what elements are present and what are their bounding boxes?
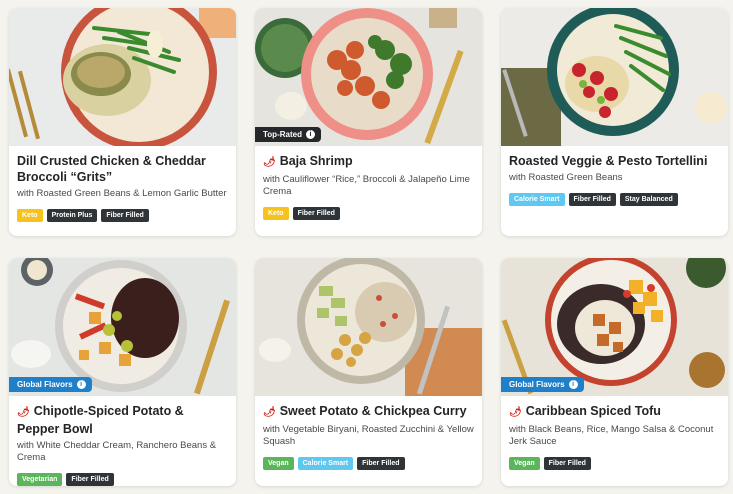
recipe-title[interactable]: 🌶 Baja Shrimp — [263, 153, 474, 171]
recipe-title[interactable]: 🌶 Caribbean Spiced Tofu — [509, 403, 720, 421]
info-icon[interactable]: i — [76, 380, 86, 389]
recipe-card[interactable]: 🌶 Sweet Potato & Chickpea Curry with Vege… — [255, 258, 482, 486]
recipe-title-text: Chipotle-Spiced Potato & Pepper Bowl — [17, 404, 184, 436]
chili-icon: 🌶 — [509, 407, 522, 418]
recipe-card[interactable]: Top-Rated i 🌶 Baja Shrimp with Cauliflowe… — [255, 8, 482, 236]
tag-fiber-filled: Fiber Filled — [101, 209, 149, 222]
recipe-image[interactable]: Global Flavors i — [501, 258, 728, 396]
tag-fiber-filled: Fiber Filled — [66, 473, 114, 486]
recipe-image[interactable] — [9, 8, 236, 146]
recipe-title[interactable]: Dill Crusted Chicken & Cheddar Broccoli … — [17, 153, 228, 185]
recipe-title-text: Caribbean Spiced Tofu — [525, 404, 661, 418]
recipe-card[interactable]: Global Flavors i 🌶 Caribbean Spiced Tofu … — [501, 258, 728, 486]
tag-fiber-filled: Fiber Filled — [357, 457, 405, 470]
recipe-subtitle: with Vegetable Biryani, Roasted Zucchini… — [263, 424, 474, 447]
tag-calorie-smart: Calorie Smart — [509, 193, 565, 206]
tag-calorie-smart: Calorie Smart — [297, 457, 354, 470]
chili-icon: 🌶 — [17, 407, 30, 418]
tag-keto: Keto — [17, 209, 43, 222]
tag-fiber-filled: Fiber Filled — [568, 193, 616, 206]
recipe-title[interactable]: 🌶 Chipotle-Spiced Potato & Pepper Bowl — [17, 403, 228, 437]
chili-icon: 🌶 — [263, 407, 276, 418]
tag-fiber-filled: Fiber Filled — [543, 457, 591, 470]
tag-protein-plus: Protein Plus — [46, 209, 98, 222]
tag-fiber-filled: Fiber Filled — [292, 207, 340, 220]
top-rated-badge[interactable]: Top-Rated i — [255, 127, 321, 142]
recipe-image[interactable] — [501, 8, 728, 146]
badge-label: Top-Rated — [263, 130, 302, 139]
recipe-title[interactable]: 🌶 Sweet Potato & Chickpea Curry — [263, 403, 474, 421]
chili-icon: 🌶 — [263, 157, 276, 168]
recipe-subtitle: with Black Beans, Rice, Mango Salsa & Co… — [509, 424, 714, 447]
tag-vegetarian: Vegetarian — [17, 473, 63, 486]
badge-label: Global Flavors — [509, 380, 565, 389]
tag-stay-balanced: Stay Balanced — [619, 193, 678, 206]
tag-keto: Keto — [263, 207, 289, 220]
info-icon[interactable]: i — [305, 130, 315, 139]
recipe-title-text: Baja Shrimp — [279, 154, 353, 168]
global-flavors-badge[interactable]: Global Flavors i — [501, 377, 584, 392]
recipe-image[interactable] — [255, 258, 482, 396]
info-icon[interactable]: i — [568, 380, 578, 389]
recipe-card[interactable]: Global Flavors i 🌶 Chipotle-Spiced Potato… — [9, 258, 236, 486]
recipe-image[interactable]: Global Flavors i — [9, 258, 236, 396]
recipe-subtitle: with Roasted Green Beans & Lemon Garlic … — [17, 188, 227, 199]
badge-label: Global Flavors — [17, 380, 73, 389]
recipe-card[interactable]: Dill Crusted Chicken & Cheddar Broccoli … — [9, 8, 236, 236]
recipe-title-text: Sweet Potato & Chickpea Curry — [279, 404, 467, 418]
global-flavors-badge[interactable]: Global Flavors i — [9, 377, 92, 392]
recipe-title[interactable]: Roasted Veggie & Pesto Tortellini — [509, 153, 720, 169]
tag-vegan: Vegan — [509, 457, 540, 470]
recipe-card[interactable]: Roasted Veggie & Pesto Tortellini with R… — [501, 8, 728, 236]
recipe-image[interactable]: Top-Rated i — [255, 8, 482, 146]
recipe-subtitle: with Roasted Green Beans — [509, 172, 623, 183]
tag-vegan: Vegan — [263, 457, 294, 470]
recipe-subtitle: with Cauliflower “Rice,” Broccoli & Jala… — [263, 174, 470, 197]
recipe-subtitle: with White Cheddar Cream, Ranchero Beans… — [17, 440, 217, 463]
